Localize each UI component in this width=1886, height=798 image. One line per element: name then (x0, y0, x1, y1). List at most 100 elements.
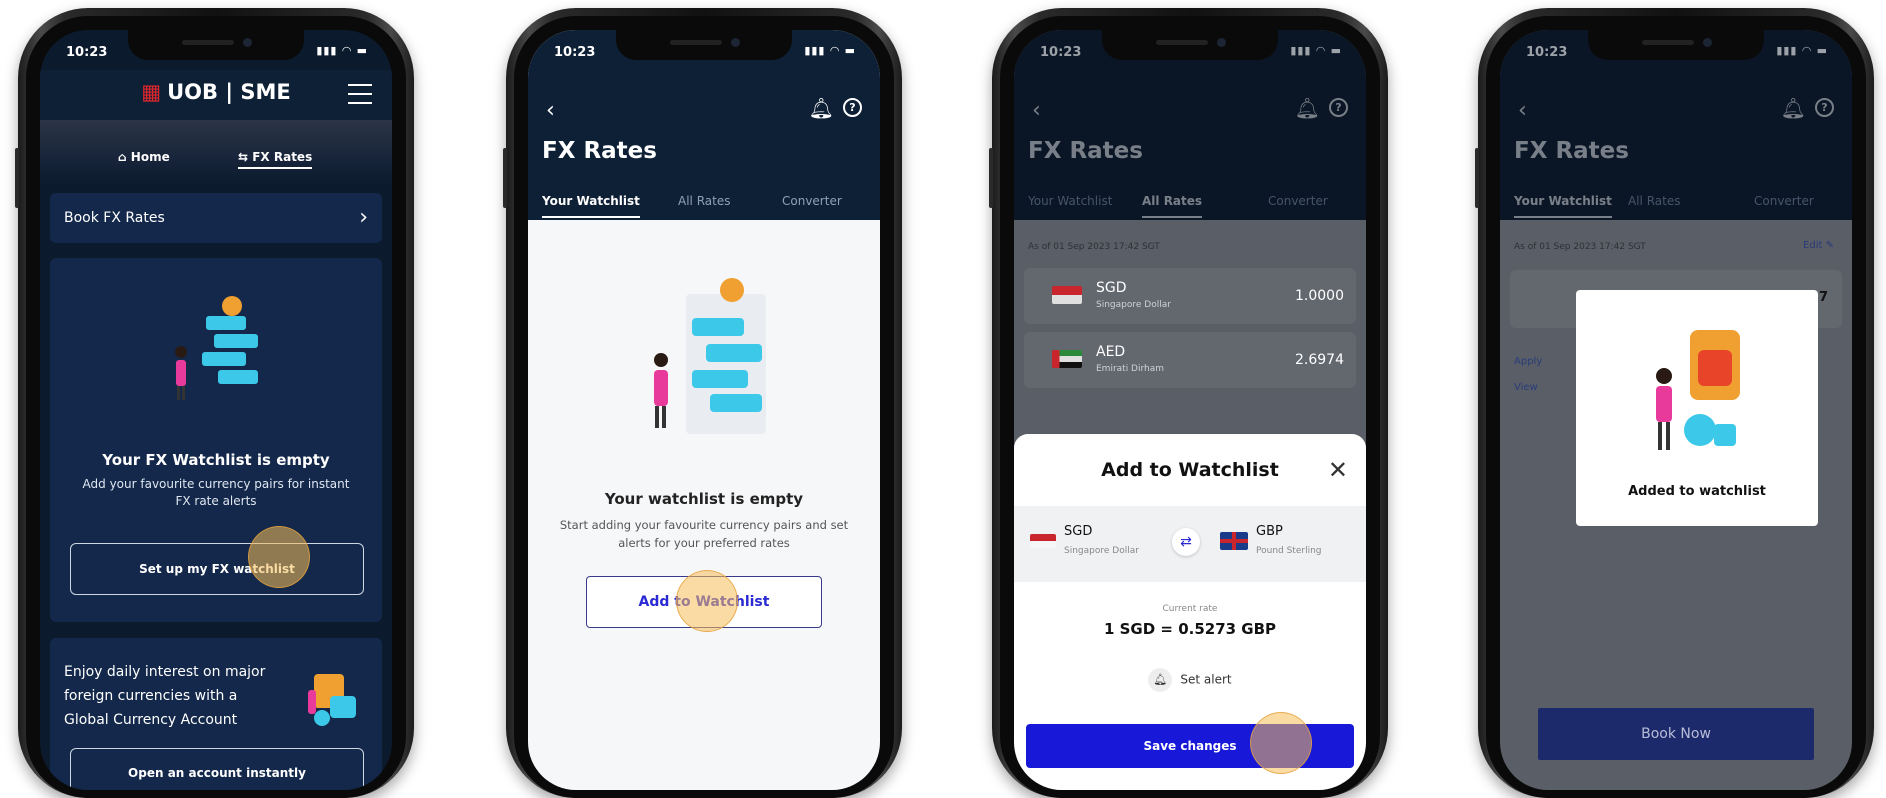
current-rate-value: 1 SGD = 0.5273 GBP (1103, 620, 1277, 638)
add-watchlist-sheet: Add to Watchlist ✕ SGD Singapore Dollar … (1014, 434, 1366, 790)
from-currency-code[interactable]: SGD (1064, 524, 1092, 539)
tab-converter[interactable]: Converter (1268, 194, 1328, 208)
rate-row[interactable]: SGD Singapore Dollar 1.0000 (1024, 268, 1356, 324)
uk-flag-icon (1220, 532, 1248, 550)
signal-wifi-battery-icon: ▮▮▮ ◠ ▬ (1776, 44, 1828, 57)
status-time: 10:23 (1526, 45, 1568, 60)
tab-converter[interactable]: Converter (782, 194, 842, 208)
tab-all-rates[interactable]: All Rates (678, 194, 730, 208)
side-button (503, 148, 507, 208)
currency-name: Emirati Dirham (1096, 364, 1165, 374)
sg-flag-icon (1030, 534, 1056, 548)
side-button (15, 148, 19, 208)
promo-card: Enjoy daily interest on major foreign cu… (50, 638, 382, 790)
screen-add-to-watchlist: 10:23 ▮▮▮ ◠ ▬ ‹ 🔔︎ ? FX Rates Your Watch… (1014, 30, 1366, 790)
status-time: 10:23 (1040, 45, 1082, 60)
screenshot-stage: 10:23 ▮▮▮ ◠ ▬ ▦ UOB | SME ⌂ Home ⇆ FX Rat… (0, 0, 1886, 798)
empty-title: Your watchlist is empty (604, 490, 804, 508)
tab-all-rates[interactable]: All Rates (1628, 194, 1680, 208)
as-of-timestamp: As of 01 Sep 2023 17:42 SGT (1514, 242, 1646, 252)
phone-notch (616, 30, 792, 60)
tab-all-rates[interactable]: All Rates (1142, 194, 1203, 218)
bell-alert-icon[interactable]: 🔔︎ (809, 96, 834, 120)
nav-home[interactable]: ⌂ Home (118, 150, 170, 164)
set-alert-toggle[interactable]: 🔔︎ Set alert (1014, 668, 1366, 692)
currency-code: SGD (1096, 280, 1127, 296)
back-arrow-icon[interactable]: ‹ (546, 98, 555, 123)
nav-fx-label: FX Rates (252, 150, 313, 164)
setup-watchlist-button[interactable]: Set up my FX watchlist (70, 543, 364, 595)
edit-watchlist-link[interactable]: Edit ✎ (1803, 240, 1834, 251)
hamburger-menu-icon[interactable] (348, 84, 372, 104)
currency-pair-selector: SGD Singapore Dollar ⇄ GBP Pound Sterlin… (1014, 506, 1366, 582)
pencil-icon: ✎ (1825, 240, 1834, 251)
side-button (989, 148, 993, 208)
phone-3: 10:23 ▮▮▮ ◠ ▬ ‹ 🔔︎ ? FX Rates Your Watch… (989, 8, 1388, 798)
status-time: 10:23 (66, 45, 108, 60)
tap-indicator (1250, 712, 1312, 774)
brand-text: UOB | SME (167, 80, 291, 104)
added-illustration (1656, 330, 1740, 450)
signal-wifi-battery-icon: ▮▮▮ ◠ ▬ (1290, 44, 1342, 57)
signal-wifi-battery-icon: ▮▮▮ ◠ ▬ (804, 44, 856, 57)
phone-notch (1102, 30, 1278, 60)
tap-indicator (248, 526, 310, 588)
phone-notch (128, 30, 304, 60)
phone-2: 10:23 ▮▮▮ ◠ ▬ ‹ 🔔︎ ? FX Rates Your Watch… (503, 8, 902, 798)
phone-1: 10:23 ▮▮▮ ◠ ▬ ▦ UOB | SME ⌂ Home ⇆ FX Rat… (15, 8, 414, 798)
screen-added-confirmation: 10:23 ▮▮▮ ◠ ▬ ‹ 🔔︎ ? FX Rates Your Watch… (1500, 30, 1852, 790)
help-icon[interactable]: ? (843, 98, 862, 117)
bell-alert-icon[interactable]: 🔔︎ (1781, 96, 1806, 120)
sg-flag-icon (1052, 286, 1082, 304)
bell-alert-icon: 🔔︎ (1148, 668, 1173, 692)
uob-mark-icon: ▦ (141, 80, 162, 104)
app-header: ▦ UOB | SME (40, 70, 392, 120)
currency-illustration (308, 674, 356, 726)
tab-converter[interactable]: Converter (1754, 194, 1814, 208)
tab-your-watchlist[interactable]: Your Watchlist (1514, 194, 1612, 218)
ae-flag-icon (1052, 350, 1082, 368)
phone-4: 10:23 ▮▮▮ ◠ ▬ ‹ 🔔︎ ? FX Rates Your Watch… (1475, 8, 1874, 798)
promo-text: Enjoy daily interest on major foreign cu… (64, 664, 266, 728)
screen-home: 10:23 ▮▮▮ ◠ ▬ ▦ UOB | SME ⌂ Home ⇆ FX Rat… (40, 30, 392, 790)
close-icon[interactable]: ✕ (1328, 456, 1348, 484)
swap-icon[interactable]: ⇄ (1172, 528, 1200, 556)
tab-your-watchlist[interactable]: Your Watchlist (542, 194, 640, 218)
rate-row[interactable]: AED Emirati Dirham 2.6974 (1024, 332, 1356, 388)
phone-notch (1588, 30, 1764, 60)
page-title: FX Rates (1514, 138, 1629, 164)
empty-description: Start adding your favourite currency pai… (559, 518, 849, 550)
tab-your-watchlist[interactable]: Your Watchlist (1028, 194, 1112, 208)
currency-rate: 2.6974 (1295, 352, 1344, 368)
chevron-right-icon: › (359, 205, 368, 230)
view-link[interactable]: View (1514, 382, 1538, 393)
to-currency-code[interactable]: GBP (1256, 524, 1283, 539)
as-of-timestamp: As of 01 Sep 2023 17:42 SGT (1028, 242, 1160, 252)
current-rate-label: Current rate (1162, 604, 1218, 614)
status-time: 10:23 (554, 45, 596, 60)
book-now-button[interactable]: Book Now (1538, 708, 1814, 760)
apply-link[interactable]: Apply (1514, 356, 1542, 367)
back-arrow-icon[interactable]: ‹ (1518, 98, 1527, 123)
sheet-title: Add to Watchlist (1101, 459, 1279, 481)
tab-bar: Your Watchlist All Rates Converter (528, 188, 880, 220)
help-icon[interactable]: ? (1815, 98, 1834, 117)
nav-fx-rates[interactable]: ⇆ FX Rates (238, 150, 313, 169)
currency-rate: 1.0000 (1295, 288, 1344, 304)
watchlist-card: Your FX Watchlist is empty Add your favo… (50, 258, 382, 622)
book-fx-rates-row[interactable]: Book FX Rates › (50, 193, 382, 243)
page-title: FX Rates (1028, 138, 1143, 164)
screen-watchlist-empty: 10:23 ▮▮▮ ◠ ▬ ‹ 🔔︎ ? FX Rates Your Watch… (528, 30, 880, 790)
tab-bar: Your Watchlist All Rates Converter (1014, 188, 1366, 220)
help-icon[interactable]: ? (1329, 98, 1348, 117)
to-currency-name: Pound Sterling (1256, 546, 1322, 556)
currency-code: AED (1096, 344, 1126, 360)
bell-alert-icon[interactable]: 🔔︎ (1295, 96, 1320, 120)
back-arrow-icon[interactable]: ‹ (1032, 98, 1041, 123)
currency-name: Singapore Dollar (1096, 300, 1171, 310)
tap-indicator (676, 570, 738, 632)
uob-logo: ▦ UOB | SME (40, 80, 392, 104)
open-account-button[interactable]: Open an account instantly (70, 748, 364, 790)
watchlist-illustration (175, 296, 258, 400)
nav-strip: ⌂ Home ⇆ FX Rates (40, 120, 392, 186)
